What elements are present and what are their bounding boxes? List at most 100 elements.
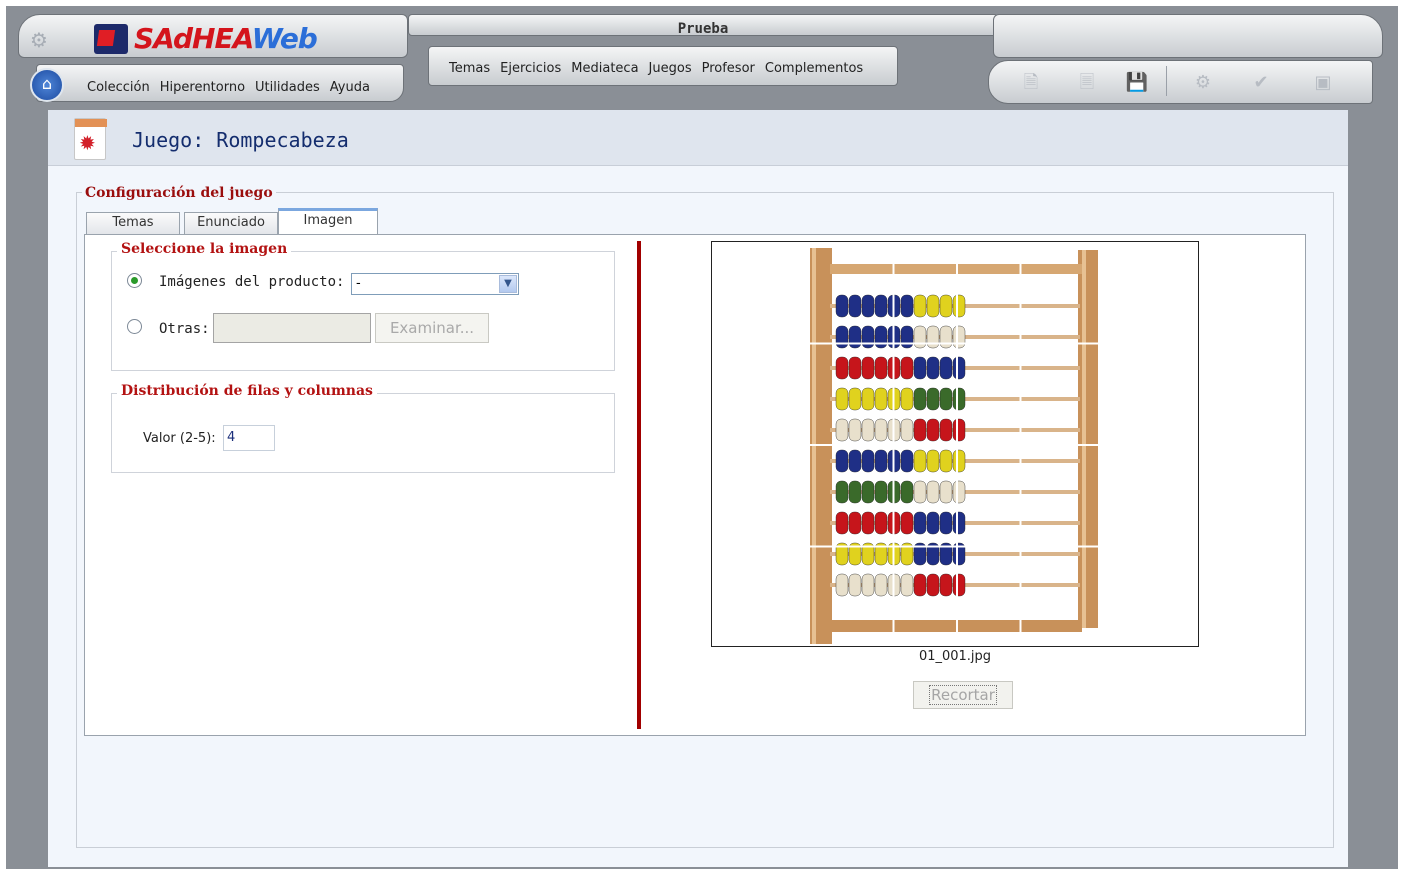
top-chrome: ⚙ SAdHEAWeb Prueba ⌂ Colección Hiperento…: [8, 8, 1386, 108]
menu-complementos[interactable]: Complementos: [760, 61, 868, 76]
menu-temas[interactable]: Temas: [444, 61, 495, 76]
vertical-divider: [637, 241, 641, 729]
abacus-bead: [835, 480, 849, 504]
abacus-image: [712, 242, 1198, 646]
abacus-bead: [926, 325, 940, 349]
abacus-bead: [913, 449, 927, 473]
abacus-bead: [939, 356, 953, 380]
logo-text-blue: Web: [251, 22, 318, 55]
abacus-bead: [900, 294, 914, 318]
menu-hiperentorno[interactable]: Hiperentorno: [155, 80, 250, 95]
image-legend: Seleccione la imagen: [117, 241, 292, 257]
abacus-bead: [848, 449, 862, 473]
valor-input[interactable]: 4: [223, 425, 275, 451]
abacus-bead: [835, 511, 849, 535]
abacus-bead: [874, 573, 888, 597]
abacus-bead: [848, 294, 862, 318]
recortar-label: Recortar: [929, 685, 997, 705]
abacus-bead: [848, 480, 862, 504]
image-filename: 01_001.jpg: [918, 649, 992, 664]
abacus-bead: [952, 480, 966, 504]
abacus-bead: [874, 294, 888, 318]
menu-profesor[interactable]: Profesor: [697, 61, 760, 76]
abacus-bead: [835, 294, 849, 318]
abacus-bead: [900, 387, 914, 411]
abacus-bead: [900, 356, 914, 380]
tab-enunciado[interactable]: Enunciado: [184, 212, 278, 234]
home-icon[interactable]: ⌂: [30, 68, 64, 102]
abacus-bead: [913, 325, 927, 349]
abacus-bead: [900, 325, 914, 349]
secondary-menu: Temas Ejercicios Mediateca Juegos Profes…: [444, 61, 868, 76]
menu-ejercicios[interactable]: Ejercicios: [495, 61, 566, 76]
abacus-bead: [939, 511, 953, 535]
abacus-bead: [939, 480, 953, 504]
main-content: Juego: Rompecabeza Configuración del jue…: [48, 110, 1348, 867]
distribution-legend: Distribución de filas y columnas: [117, 383, 377, 399]
chevron-down-icon[interactable]: ▼: [499, 275, 517, 293]
abacus-bead: [952, 325, 966, 349]
abacus-bead: [900, 480, 914, 504]
main-menu: Colección Hiperentorno Utilidades Ayuda: [82, 80, 375, 95]
abacus-bead: [939, 387, 953, 411]
abacus-bead: [874, 480, 888, 504]
abacus-bead: [926, 387, 940, 411]
abacus-bead: [952, 387, 966, 411]
valor-label: Valor (2-5):: [143, 431, 216, 446]
abacus-bead: [900, 573, 914, 597]
config-legend: Configuración del juego: [82, 185, 276, 201]
delete-document-icon[interactable]: 🗏: [1074, 70, 1100, 96]
puzzle-icon: [74, 118, 107, 160]
abacus-bead: [926, 573, 940, 597]
select-value: -: [356, 276, 361, 291]
abacus-bead: [835, 356, 849, 380]
abacus-bead: [913, 387, 927, 411]
tab-imagen[interactable]: Imagen: [278, 208, 378, 235]
abacus-bead: [835, 418, 849, 442]
abacus-bead: [874, 356, 888, 380]
otras-file-input[interactable]: [213, 313, 371, 343]
image-preview: [711, 241, 1199, 647]
abacus-bead: [952, 449, 966, 473]
label-otras: Otras:: [159, 321, 210, 337]
radio-imagenes-producto[interactable]: [127, 273, 142, 288]
settings-icon[interactable]: ⚙: [1190, 70, 1216, 96]
abacus-bead: [861, 387, 875, 411]
imagenes-producto-select[interactable]: - ▼: [351, 273, 519, 295]
abacus-bead: [913, 294, 927, 318]
menu-juegos[interactable]: Juegos: [644, 61, 697, 76]
abacus-bead: [861, 356, 875, 380]
new-document-icon[interactable]: 🗎: [1018, 70, 1044, 96]
menu-ayuda[interactable]: Ayuda: [325, 80, 375, 95]
abacus-bead: [900, 511, 914, 535]
abacus-bead: [939, 449, 953, 473]
radio-otras[interactable]: [127, 319, 142, 334]
wrench-icon[interactable]: ⚙: [30, 28, 60, 52]
abacus-bead: [848, 573, 862, 597]
logo-icon: [94, 24, 128, 54]
menu-utilidades[interactable]: Utilidades: [250, 80, 325, 95]
check-icon[interactable]: ✔: [1248, 70, 1274, 96]
abacus-bead: [913, 511, 927, 535]
tab-temas[interactable]: Temas: [86, 212, 180, 234]
abacus-bead: [939, 325, 953, 349]
save-icon[interactable]: 💾: [1124, 70, 1150, 96]
recortar-button[interactable]: Recortar: [913, 681, 1013, 709]
abacus-bead: [926, 294, 940, 318]
abacus-bead: [874, 325, 888, 349]
abacus-bead: [926, 480, 940, 504]
page-header: Juego: Rompecabeza: [48, 110, 1348, 166]
abacus-bead: [835, 325, 849, 349]
abacus-bead: [848, 387, 862, 411]
page-title: Juego: Rompecabeza: [132, 128, 349, 152]
abacus-bead: [926, 511, 940, 535]
abacus-bead: [926, 356, 940, 380]
image-fieldset: [111, 251, 615, 371]
toolbar-separator: [1166, 66, 1167, 96]
abacus-bead: [848, 325, 862, 349]
examinar-button[interactable]: Examinar...: [375, 313, 489, 343]
abacus-bead: [848, 418, 862, 442]
options-icon[interactable]: ▣: [1310, 70, 1336, 96]
menu-mediateca[interactable]: Mediateca: [566, 61, 643, 76]
menu-coleccion[interactable]: Colección: [82, 80, 155, 95]
